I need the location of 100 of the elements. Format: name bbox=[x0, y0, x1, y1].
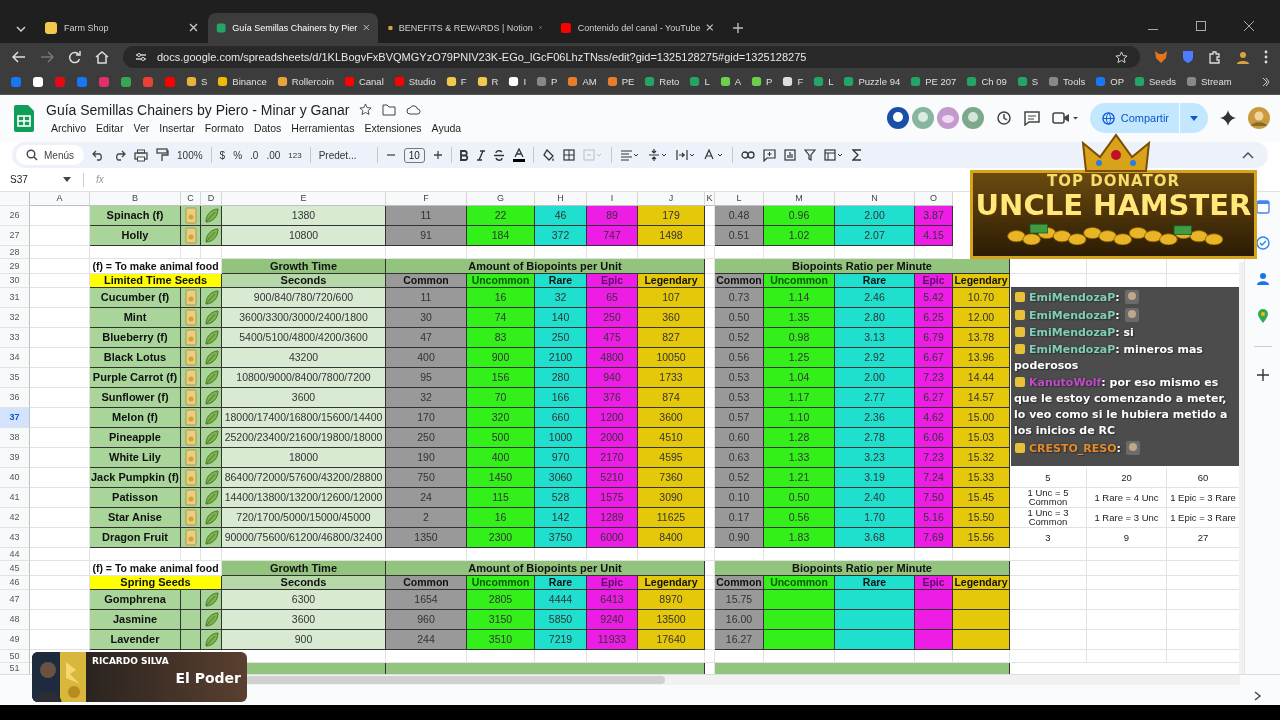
bookmark[interactable]: I bbox=[508, 76, 527, 88]
close-icon[interactable] bbox=[363, 23, 370, 33]
decrease-decimals-button[interactable]: .0 bbox=[250, 149, 259, 161]
bookmark[interactable]: A bbox=[719, 76, 742, 88]
align-icon[interactable] bbox=[619, 149, 640, 161]
filter-icon[interactable] bbox=[803, 149, 816, 162]
redo-icon[interactable] bbox=[113, 149, 126, 161]
browser-tab[interactable]: Contenido del canal - YouTube bbox=[552, 12, 722, 43]
italic-icon[interactable] bbox=[476, 149, 485, 161]
bookmark[interactable]: S bbox=[186, 76, 208, 88]
text-wrap-icon[interactable] bbox=[675, 149, 696, 162]
collapse-icon[interactable] bbox=[1242, 151, 1254, 160]
font-dropdown[interactable]: Predet... bbox=[318, 149, 369, 161]
bookmark[interactable]: L bbox=[689, 76, 710, 88]
row-number[interactable]: 40 bbox=[0, 467, 30, 488]
back-icon[interactable] bbox=[12, 51, 26, 64]
video-call-icon[interactable] bbox=[1051, 111, 1078, 126]
row-number[interactable]: 48 bbox=[0, 609, 30, 630]
close-icon[interactable] bbox=[706, 23, 714, 33]
bookmark[interactable]: R bbox=[476, 76, 499, 88]
site-info-icon[interactable] bbox=[135, 52, 147, 63]
profile-icon[interactable] bbox=[1236, 50, 1250, 65]
row-number[interactable]: 43 bbox=[0, 527, 30, 548]
caret-icon[interactable] bbox=[1190, 115, 1198, 121]
row-number[interactable]: 27 bbox=[0, 225, 30, 246]
row-number[interactable]: 41 bbox=[0, 487, 30, 508]
menu-item[interactable]: Datos bbox=[248, 120, 287, 135]
address-bar[interactable]: docs.google.com/spreadsheets/d/1KLBogvFxBVQMGYzO79PNIV23K-EGo_lGcF06LhzTNss/edit?gid=1325128275#gid=1325128275 bbox=[123, 46, 1140, 69]
menu-item[interactable]: Insertar bbox=[154, 120, 200, 135]
profile-icon[interactable] bbox=[1248, 107, 1270, 130]
bookmark[interactable]: OP bbox=[1095, 76, 1124, 88]
text-rotation-icon[interactable] bbox=[703, 149, 724, 162]
star-icon[interactable] bbox=[359, 103, 373, 117]
bookmark[interactable]: Studio bbox=[393, 76, 436, 88]
chart-icon[interactable] bbox=[783, 149, 796, 162]
link-icon[interactable] bbox=[740, 151, 755, 160]
bookmark-icon[interactable] bbox=[32, 75, 44, 88]
close-icon[interactable] bbox=[189, 23, 198, 33]
fox-icon[interactable] bbox=[1154, 50, 1168, 65]
menu-item[interactable]: Herramientas bbox=[286, 120, 360, 135]
caret-icon[interactable] bbox=[63, 177, 71, 183]
row-number[interactable]: 38 bbox=[0, 427, 30, 448]
font-size-field[interactable]: 10 bbox=[403, 147, 425, 163]
folder-icon[interactable] bbox=[382, 103, 397, 116]
bookmark[interactable]: S bbox=[1016, 76, 1039, 88]
bookmark[interactable]: PE bbox=[606, 76, 635, 88]
bookmark[interactable]: Reto bbox=[644, 76, 680, 88]
sheets-logo-icon[interactable] bbox=[14, 104, 34, 132]
text-color-icon[interactable] bbox=[512, 148, 525, 163]
undo-icon[interactable] bbox=[92, 149, 105, 161]
document-title[interactable]: Guía Semillas Chainers by Piero - Minar y Ganar bbox=[46, 101, 350, 118]
merge-cells-icon[interactable] bbox=[582, 149, 603, 162]
name-box[interactable]: S37 bbox=[10, 174, 55, 186]
bookmark[interactable]: P bbox=[536, 76, 558, 88]
chevron-icon[interactable] bbox=[1262, 76, 1270, 87]
menu-item[interactable]: Ayuda bbox=[426, 120, 467, 135]
bookmark[interactable]: AM bbox=[567, 76, 597, 88]
vertical-align-icon[interactable] bbox=[647, 149, 668, 162]
bookmark[interactable]: Ch 09 bbox=[966, 76, 1007, 88]
browser-tab[interactable]: Guía Semillas Chainers by Pier bbox=[208, 12, 378, 43]
bold-icon[interactable] bbox=[459, 149, 469, 161]
bookmark[interactable]: Stream bbox=[1185, 76, 1232, 88]
row-number[interactable]: 34 bbox=[0, 347, 30, 368]
strikethrough-icon[interactable] bbox=[492, 149, 505, 161]
functions-icon[interactable] bbox=[851, 149, 862, 162]
bookmark[interactable]: Puzzle 94 bbox=[843, 76, 901, 88]
fill-color-icon[interactable] bbox=[541, 148, 555, 162]
print-icon[interactable] bbox=[134, 148, 148, 162]
more-icon[interactable] bbox=[1264, 50, 1268, 65]
row-number[interactable]: 39 bbox=[0, 447, 30, 468]
map-pin-icon[interactable] bbox=[1256, 307, 1269, 324]
row-number[interactable]: 42 bbox=[0, 507, 30, 528]
vertical-scrollbar[interactable] bbox=[1239, 262, 1245, 675]
reload-icon[interactable] bbox=[68, 50, 81, 64]
bookmark[interactable]: PE 207 bbox=[910, 76, 957, 88]
bookmark[interactable]: L bbox=[813, 76, 834, 88]
bookmark[interactable]: F bbox=[445, 76, 467, 88]
increase-decimals-button[interactable]: .00 bbox=[266, 149, 281, 161]
row-number[interactable]: 26 bbox=[0, 205, 30, 226]
paint-format-icon[interactable] bbox=[156, 148, 169, 163]
bookmark[interactable]: F bbox=[782, 76, 804, 88]
plus-icon[interactable] bbox=[432, 150, 443, 161]
cloud-icon[interactable] bbox=[406, 104, 422, 116]
currency-format-button[interactable]: $ bbox=[219, 149, 226, 161]
menu-item[interactable]: Ver bbox=[128, 120, 155, 135]
history-icon[interactable] bbox=[995, 110, 1012, 127]
filter-views-icon[interactable] bbox=[823, 149, 844, 162]
bookmark[interactable]: Binance bbox=[217, 76, 267, 88]
menu-item[interactable]: Formato bbox=[199, 120, 249, 135]
row-number[interactable]: 33 bbox=[0, 327, 30, 348]
menu-item[interactable]: Editar bbox=[91, 120, 129, 135]
forward-icon[interactable] bbox=[40, 51, 54, 64]
plus-icon[interactable] bbox=[1256, 368, 1269, 381]
bookmark[interactable]: P bbox=[751, 76, 773, 88]
borders-icon[interactable] bbox=[562, 149, 575, 162]
row-number[interactable]: 49 bbox=[0, 629, 30, 650]
home-icon[interactable] bbox=[95, 50, 109, 64]
restore-icon[interactable] bbox=[1196, 20, 1206, 31]
bookmark[interactable]: Seeds bbox=[1134, 76, 1176, 88]
contacts-icon[interactable] bbox=[1255, 271, 1270, 286]
